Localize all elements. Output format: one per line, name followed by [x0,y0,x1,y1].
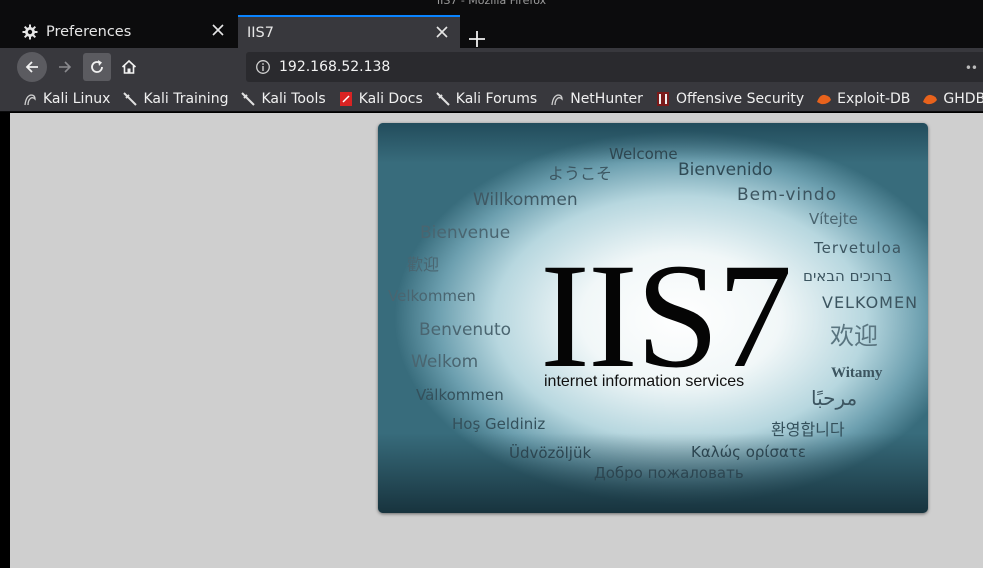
page-actions-icon[interactable]: •• [965,61,978,75]
bookmark-label: GHDB [943,90,983,107]
bookmark-label: Kali Tools [261,90,326,107]
bookmark-label: Kali Linux [43,90,111,107]
welcome-word: Welcome [609,145,678,163]
exploitdb-icon [922,91,938,107]
reload-button[interactable] [83,53,111,81]
offsec-icon [655,91,671,107]
welcome-word: Velkommen [388,287,476,305]
bookmark-label: Exploit-DB [837,90,911,107]
kali-dragon-icon [549,91,565,107]
bookmark-nethunter[interactable]: NetHunter [549,91,643,107]
exploitdb-icon [816,91,832,107]
info-icon[interactable] [255,59,271,75]
back-button[interactable] [17,52,47,82]
iis7-tagline: internet information services [544,373,745,390]
welcome-word: VELKOMEN [822,293,919,312]
welcome-word: Witamy [831,365,883,381]
tab-label: IIS7 [247,24,274,41]
bookmark-kali-forums[interactable]: Kali Forums [435,91,537,107]
iis7-logo: IIS7 [540,233,792,399]
kali-sword-icon [435,91,451,107]
tab-bar: Preferences IIS7 [0,10,983,48]
welcome-word: 歡迎 [407,255,440,274]
welcome-word: مرحبًا [811,386,858,410]
bookmark-kali-linux[interactable]: Kali Linux [22,91,110,107]
forward-button[interactable] [50,52,80,82]
tab-label: Preferences [46,23,132,40]
bookmark-label: Kali Forums [455,90,538,107]
window-title: IIS7 - Mozilla Firefox [0,0,983,10]
welcome-word: Willkommen [473,190,578,210]
tab-preferences[interactable]: Preferences [10,15,236,48]
kali-docs-icon [338,91,354,107]
bookmark-kali-tools[interactable]: Kali Tools [240,90,326,107]
navigation-toolbar: 192.168.52.138 •• [0,48,983,86]
welcome-word: Välkommen [416,386,504,404]
bookmark-label: Kali Training [143,90,229,107]
close-tab-icon[interactable] [434,24,450,40]
welcome-word: Üdvözöljük [509,444,592,462]
tab-iis7[interactable]: IIS7 [238,15,460,48]
bookmark-offensive-security[interactable]: Offensive Security [655,91,804,107]
welcome-word: Welkom [411,352,479,372]
welcome-word: ようこそ [548,164,613,183]
bookmark-label: Offensive Security [675,90,805,107]
home-button[interactable] [114,52,144,82]
gear-icon [20,22,40,42]
welcome-word: Hoş Geldiniz [452,415,546,433]
welcome-word: Bienvenido [678,160,773,180]
bookmark-kali-training[interactable]: Kali Training [122,91,228,107]
kali-sword-icon [122,91,138,107]
welcome-word: Καλώς ορίσατε [691,443,807,461]
welcome-word: Benvenuto [419,320,512,340]
welcome-word: Tervetuloa [814,239,903,257]
bookmark-kali-docs[interactable]: Kali Docs [338,91,423,107]
kali-sword-icon [240,91,256,107]
close-tab-icon[interactable] [210,22,226,38]
welcome-word: ברוכים הבאים [803,267,893,285]
bookmark-label: Kali Docs [358,90,423,107]
iis7-welcome-image: Welcome ようこそ Bienvenido Willkommen Bem-v… [378,123,928,513]
page-viewport: Welcome ようこそ Bienvenido Willkommen Bem-v… [10,113,983,568]
bookmarks-toolbar: Kali Linux Kali Training Kali Tools Kali… [0,86,983,112]
url-bar[interactable]: 192.168.52.138 •• [246,52,983,82]
welcome-word: Bienvenue [420,223,511,243]
welcome-word: Добро пожаловать [594,464,744,482]
welcome-word: Bem-vindo [737,185,838,205]
kali-dragon-icon [22,91,38,107]
welcome-word: 환영합니다 [771,420,845,439]
bookmark-exploit-db[interactable]: Exploit-DB [816,91,910,107]
bookmark-label: NetHunter [570,90,643,107]
welcome-word: Vítejte [809,210,858,228]
bookmark-ghdb[interactable]: GHDB [922,91,983,107]
welcome-word: 欢迎 [830,322,878,350]
new-tab-button[interactable] [466,28,488,50]
url-text[interactable]: 192.168.52.138 [279,59,390,75]
